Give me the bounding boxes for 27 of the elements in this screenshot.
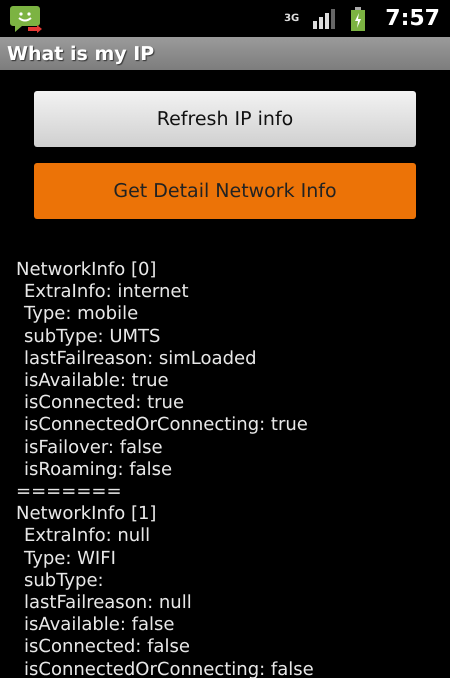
info-line: isAvailable: true <box>23 370 170 392</box>
info-line: subType: UMTS <box>23 326 162 348</box>
message-icon <box>10 4 42 34</box>
info-line: isAvailable: false <box>23 614 176 636</box>
detail-button[interactable]: Get Detail Network Info <box>34 163 416 219</box>
info-line: isConnectedOrConnecting: false <box>23 658 315 678</box>
network-header: NetworkInfo [1] <box>16 503 158 526</box>
info-line: Type: WIFI <box>23 548 117 570</box>
info-line: isConnectedOrConnecting: true <box>23 414 309 437</box>
info-line: lastFailreason: null <box>23 592 193 614</box>
clock: 7:57 <box>385 6 440 31</box>
battery-icon <box>351 6 366 30</box>
info-line: subType: <box>23 570 105 592</box>
info-line: isRoaming: false <box>23 458 174 482</box>
info-line: Type: mobile <box>23 303 140 326</box>
network-type: 3G <box>284 14 300 24</box>
signal-icon <box>313 8 338 28</box>
info-line: lastFailreason: simLoaded <box>23 348 258 370</box>
refresh-button[interactable]: Refresh IP info <box>34 91 416 147</box>
info-line: ExtraInfo: null <box>23 525 152 548</box>
info-line: isConnected: true <box>23 392 186 414</box>
network-header: NetworkInfo [0] <box>16 259 158 282</box>
info-line: isConnected: false <box>23 636 191 659</box>
separator-line: ======= <box>16 481 123 504</box>
info-line: ExtraInfo: internet <box>23 281 190 304</box>
app-title: What is my IP <box>7 42 154 64</box>
info-line: isFailover: false <box>23 436 164 459</box>
